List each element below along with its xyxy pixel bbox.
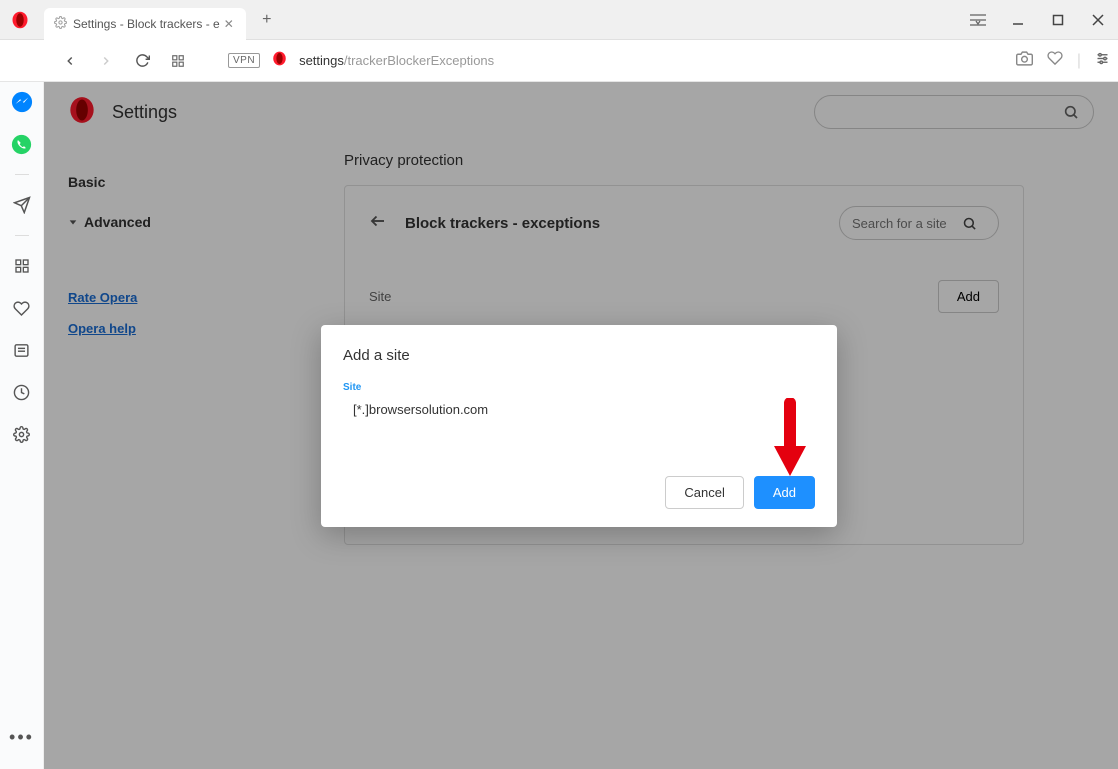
messenger-icon[interactable] [10,90,34,114]
dialog-input-wrap[interactable]: [*.]browsersolution.com [343,397,815,426]
opera-logo-icon [0,0,40,40]
snapshot-icon[interactable] [1016,50,1033,72]
address-bar: VPN settings/trackerBlockerExceptions | [0,40,1118,82]
dialog-title: Add a site [343,347,815,364]
close-window-button[interactable] [1078,0,1118,40]
whatsapp-icon[interactable] [10,132,34,156]
history-icon[interactable] [10,380,34,404]
bookmarks-heart-icon[interactable] [10,296,34,320]
url-path: /trackerBlockerExceptions [344,53,494,68]
dialog-field-label: Site [343,382,815,393]
speeddial-icon[interactable] [166,49,190,73]
left-sidebar-rail: ••• [0,82,44,769]
speeddial-rail-icon[interactable] [10,254,34,278]
more-icon[interactable]: ••• [10,725,34,749]
cancel-button[interactable]: Cancel [665,476,743,509]
tab-close-icon[interactable]: ✕ [220,15,238,33]
reload-button[interactable] [130,49,154,73]
easy-setup-icon[interactable] [1095,51,1110,71]
minimize-button[interactable] [998,0,1038,40]
titlebar: Settings - Block trackers - e ✕ + [0,0,1118,40]
site-input[interactable]: [*.]browsersolution.com [353,402,488,417]
vpn-badge[interactable]: VPN [228,53,260,68]
back-button[interactable] [58,49,82,73]
settings-gear-icon[interactable] [10,422,34,446]
new-tab-button[interactable]: + [252,5,282,35]
maximize-button[interactable] [1038,0,1078,40]
heart-icon[interactable] [1047,50,1063,71]
send-icon[interactable] [10,193,34,217]
address-text[interactable]: settings/trackerBlockerExceptions [299,53,1004,68]
url-base: settings [299,53,344,68]
workspaces-icon[interactable] [958,0,998,40]
add-button[interactable]: Add [754,476,815,509]
add-site-dialog: Add a site Site [*.]browsersolution.com … [321,325,837,527]
window-controls [958,0,1118,40]
forward-button[interactable] [94,49,118,73]
opera-logo-small-icon [272,51,287,71]
browser-tab[interactable]: Settings - Block trackers - e ✕ [44,8,246,40]
news-icon[interactable] [10,338,34,362]
gear-icon [54,16,67,32]
tab-label: Settings - Block trackers - e [73,17,220,31]
